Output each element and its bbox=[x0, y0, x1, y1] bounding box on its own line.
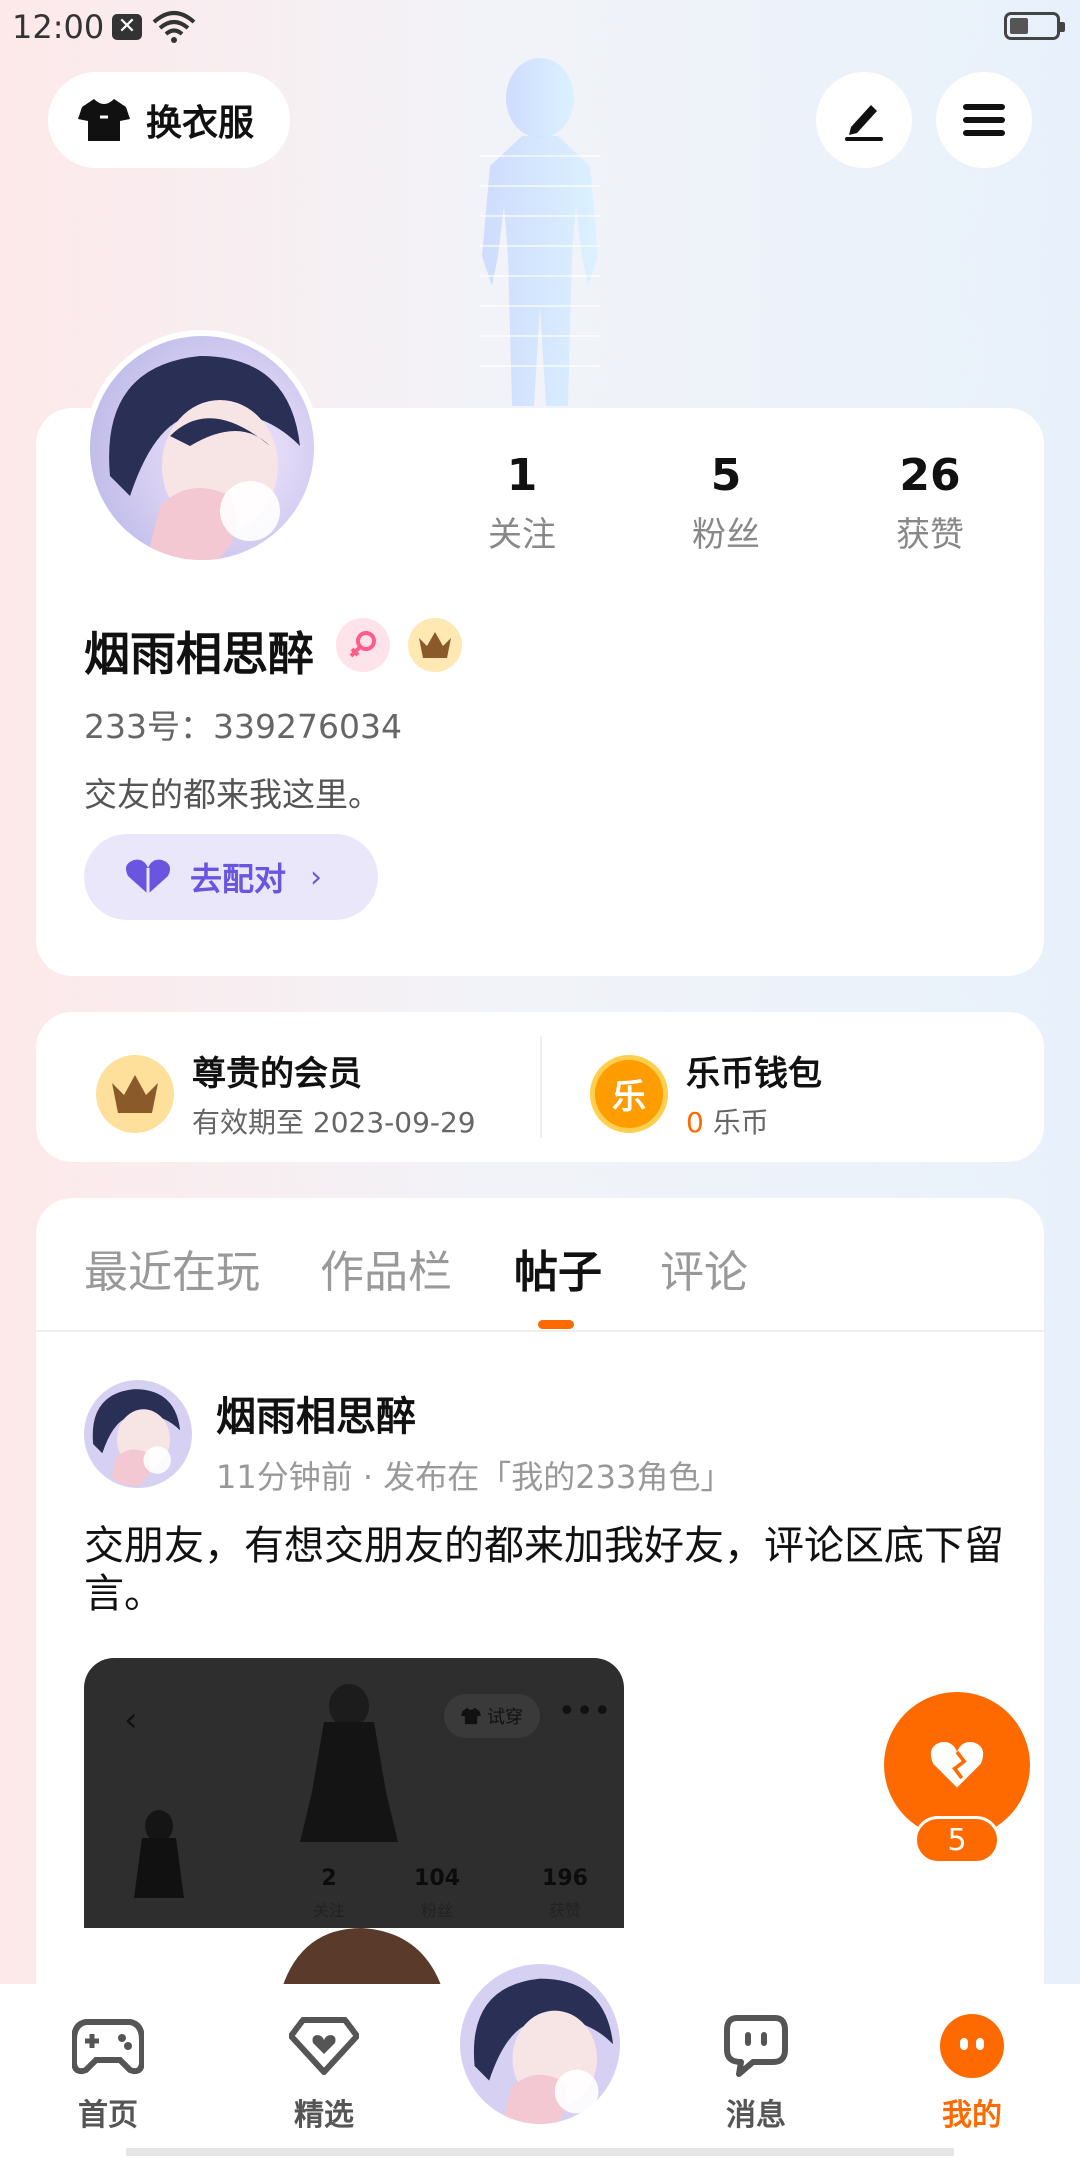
post-text: 交朋友，有想交朋友的都来加我好友，评论区底下留言。 bbox=[84, 1523, 1004, 1617]
coin-unit: 乐币 bbox=[712, 1106, 769, 1139]
chevron-right-icon: › bbox=[310, 859, 323, 895]
match-label: 去配对 bbox=[190, 860, 287, 898]
followers-count: 5 bbox=[710, 450, 742, 501]
change-outfit-button[interactable]: 换衣服 bbox=[48, 72, 290, 168]
nav-messages-label: 消息 bbox=[726, 2098, 786, 2133]
stat-followers[interactable]: 5 粉丝 bbox=[636, 450, 816, 556]
heart-icon bbox=[930, 1741, 984, 1788]
wallet-section[interactable]: 乐 乐币钱包 0 乐币 bbox=[590, 1046, 822, 1141]
tab-works[interactable]: 作品栏 bbox=[320, 1236, 452, 1300]
match-button[interactable]: 去配对 › bbox=[84, 834, 378, 920]
followers-label: 粉丝 bbox=[692, 515, 760, 555]
try-on-label: 试穿 bbox=[487, 1707, 523, 1728]
nav-home[interactable]: 首页 bbox=[48, 2008, 168, 2134]
nav-mine-label: 我的 bbox=[942, 2098, 1002, 2133]
tab-posts[interactable]: 帖子 bbox=[514, 1236, 602, 1300]
post-image-followers-label: 粉丝 bbox=[420, 1901, 453, 1920]
membership-crown-icon bbox=[96, 1054, 174, 1133]
post-image-stat-followers: 104 粉丝 bbox=[392, 1866, 482, 1921]
nav-featured-label: 精选 bbox=[294, 2098, 354, 2133]
status-time: 12:00 bbox=[12, 8, 105, 46]
nav-messages[interactable]: 消息 bbox=[696, 2008, 816, 2134]
divider bbox=[540, 1036, 542, 1138]
post-author-name[interactable]: 烟雨相思醉 bbox=[216, 1384, 416, 1442]
wallet-title: 乐币钱包 bbox=[686, 1054, 822, 1094]
more-icon: ••• bbox=[558, 1694, 612, 1729]
user-bio: 交友的都来我这里。 bbox=[84, 775, 381, 814]
hamburger-icon bbox=[963, 104, 1005, 136]
following-label: 关注 bbox=[488, 515, 556, 555]
female-gender-icon bbox=[336, 618, 390, 672]
nav-home-label: 首页 bbox=[78, 2098, 138, 2133]
stat-following[interactable]: 1 关注 bbox=[432, 450, 612, 556]
gamepad-icon bbox=[70, 2008, 146, 2084]
post-image-stat-likes: 196 获赞 bbox=[520, 1866, 610, 1921]
post-image-likes-label: 获赞 bbox=[548, 1901, 581, 1920]
avatar-figure[interactable] bbox=[440, 56, 640, 406]
nav-featured[interactable]: 精选 bbox=[264, 2008, 384, 2134]
try-on-button: 试穿 bbox=[444, 1694, 540, 1738]
wifi-icon bbox=[152, 11, 196, 43]
nav-avatar-button[interactable] bbox=[454, 1958, 626, 2130]
notification-icon: ✕ bbox=[112, 14, 142, 40]
pencil-icon bbox=[845, 105, 883, 141]
diamond-heart-icon bbox=[286, 2008, 362, 2084]
profile-avatar[interactable] bbox=[84, 330, 320, 566]
membership-section[interactable]: 尊贵的会员 有效期至 2023-09-29 bbox=[96, 1046, 476, 1141]
post-image-likes-count: 196 bbox=[542, 1866, 588, 1891]
tab-divider bbox=[36, 1330, 1044, 1332]
post-image-following-count: 2 bbox=[321, 1866, 337, 1891]
stat-likes[interactable]: 26 获赞 bbox=[840, 450, 1020, 556]
post-meta: 11分钟前 · 发布在「我的233角色」 bbox=[216, 1458, 733, 1496]
likes-label: 获赞 bbox=[896, 515, 964, 555]
post-image[interactable]: ‹ 试穿 ••• 2 关注 104 粉丝 196 获赞 bbox=[84, 1658, 624, 1928]
likes-count: 26 bbox=[899, 450, 961, 501]
coin-icon: 乐 bbox=[590, 1054, 668, 1133]
shirt-icon bbox=[461, 1707, 481, 1725]
post-author-avatar[interactable] bbox=[84, 1380, 192, 1488]
membership-title: 尊贵的会员 bbox=[192, 1054, 362, 1094]
shirt-icon bbox=[78, 99, 130, 141]
home-indicator bbox=[126, 2148, 954, 2156]
battery-icon bbox=[1004, 12, 1065, 40]
heart-icon bbox=[126, 859, 170, 894]
chevron-left-icon: ‹ bbox=[124, 1700, 138, 1740]
message-icon bbox=[718, 2008, 794, 2084]
membership-expiry: 有效期至 2023-09-29 bbox=[192, 1106, 476, 1139]
post-image-small-figure bbox=[134, 1810, 184, 1898]
profile-face-icon bbox=[934, 2008, 1010, 2084]
following-count: 1 bbox=[506, 450, 538, 501]
post-image-following-label: 关注 bbox=[312, 1901, 345, 1920]
post-image-stat-following: 2 关注 bbox=[284, 1866, 374, 1921]
menu-button[interactable] bbox=[936, 72, 1032, 168]
post-image-figure bbox=[300, 1684, 398, 1842]
tab-recently-played[interactable]: 最近在玩 bbox=[84, 1236, 260, 1300]
like-count-badge: 5 bbox=[914, 1816, 1000, 1864]
vip-crown-icon bbox=[408, 618, 462, 672]
post-image-followers-count: 104 bbox=[414, 1866, 460, 1891]
tab-indicator bbox=[538, 1320, 574, 1329]
coin-icon-text: 乐 bbox=[612, 1077, 646, 1117]
change-outfit-label: 换衣服 bbox=[146, 103, 255, 144]
coin-count: 0 bbox=[686, 1106, 704, 1139]
nav-mine[interactable]: 我的 bbox=[912, 2008, 1032, 2134]
edit-profile-button[interactable] bbox=[816, 72, 912, 168]
character-peek bbox=[282, 1928, 442, 1988]
username: 烟雨相思醉 bbox=[84, 627, 314, 681]
user-id: 233号：339276034 bbox=[84, 707, 402, 746]
tab-comments[interactable]: 评论 bbox=[660, 1236, 748, 1300]
